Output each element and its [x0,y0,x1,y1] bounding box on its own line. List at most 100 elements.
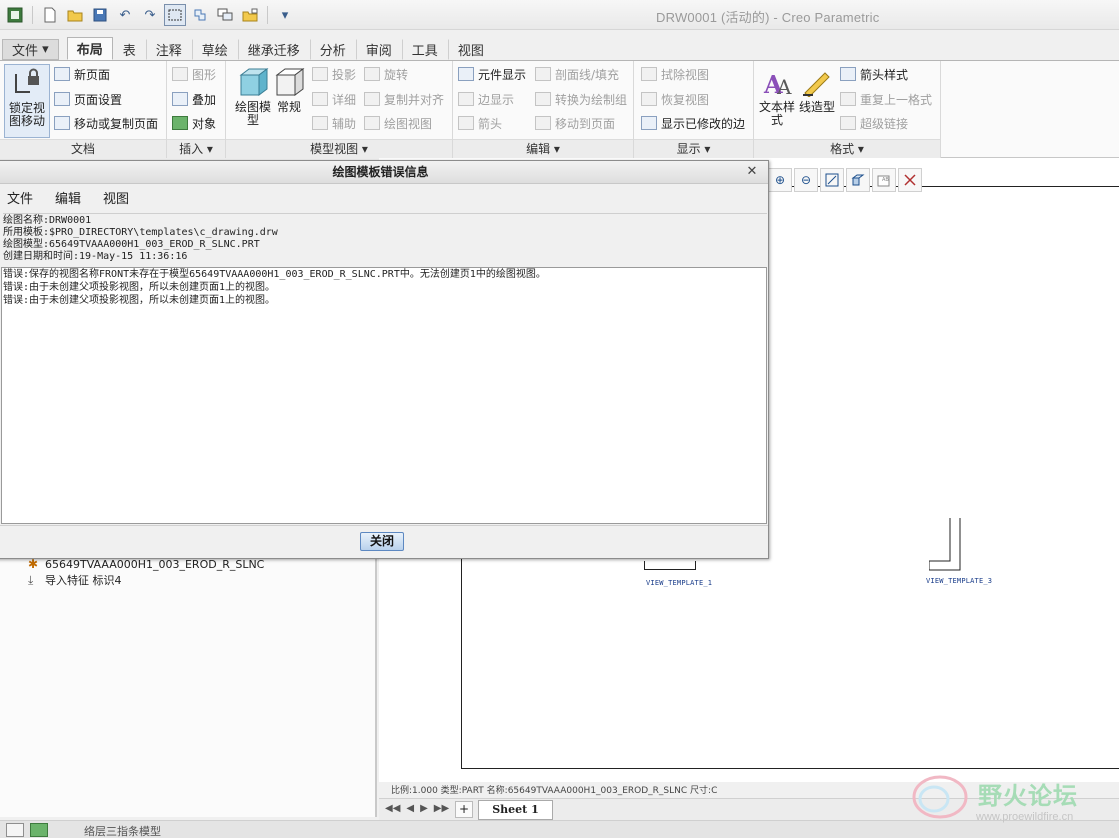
close-icon[interactable]: ✕ [744,164,760,180]
hyperlink-icon [840,116,856,130]
first-sheet-icon[interactable]: ◀◀ [385,803,400,814]
tab-legacy-migration[interactable]: 继承迁移 [237,39,310,60]
move-copy-page-button[interactable]: 移动或复制页面 [54,113,158,133]
watermark-logo [912,775,968,819]
app-icon[interactable] [4,4,26,26]
new-page-button[interactable]: 新页面 [54,64,110,84]
next-sheet-icon[interactable]: ▶ [420,803,428,814]
hyperlink-button[interactable]: 超级链接 [840,113,908,133]
projection-label: 投影 [332,67,357,82]
resume-view-icon [641,92,657,106]
overlay-icon [172,92,188,106]
new-page-label: 新页面 [74,67,111,82]
drawing-view-button[interactable]: 绘图视图 [364,113,432,133]
redo-icon[interactable]: ↷ [139,4,161,26]
resume-view-label: 恢复视图 [661,92,710,107]
tab-review[interactable]: 审阅 [355,39,402,60]
show-modified-edges-label: 显示已修改的边 [661,116,746,131]
graphics-button[interactable]: 图形 [172,64,216,84]
copy-align-button[interactable]: 复制并对齐 [364,89,444,109]
zoom-out-icon[interactable]: ⊖ [794,168,818,192]
save-icon[interactable] [89,4,111,26]
revolve-button[interactable]: 旋转 [364,64,408,84]
menu-edit[interactable]: 编辑 [55,188,81,207]
convert-draft-group-button[interactable]: 转换为绘制组 [535,89,627,109]
drawing-status-line: 比例:1.000 类型:PART 名称:65649TVAAA000H1_003_… [391,786,718,796]
windows-icon[interactable] [214,4,236,26]
regenerate-icon[interactable] [189,4,211,26]
move-to-page-button[interactable]: 移动到页面 [535,113,615,133]
info-model: 绘图模型:65649TVAAA000H1_003_EROD_R_SLNC.PRT [3,239,260,250]
tree-item-label: 导入特征 标识4 [45,574,122,587]
menu-file[interactable]: 文件 [7,188,33,207]
detailed-button[interactable]: 详细 [312,89,356,109]
general-view-label: 常规 [276,100,301,114]
repaint-icon[interactable] [846,168,870,192]
datum-display-icon[interactable] [898,168,922,192]
open-icon[interactable] [64,4,86,26]
add-sheet-button[interactable]: + [455,801,473,818]
window-title: DRW0001 (活动的) - Creo Parametric [656,10,880,25]
tab-table[interactable]: 表 [113,39,146,60]
annotation-display-icon[interactable]: AB [872,168,896,192]
dialog-button-row: 关闭 [0,525,768,558]
component-display-button[interactable]: 元件显示 [458,64,526,84]
refit-icon[interactable] [820,168,844,192]
last-sheet-icon[interactable]: ▶▶ [434,803,449,814]
navigator-toggle-icon[interactable] [6,823,24,837]
close-window-icon[interactable] [239,4,261,26]
page-setup-button[interactable]: 页面设置 [54,89,122,109]
select-box-icon[interactable] [164,4,186,26]
group-label-insert[interactable]: 插入 ▾ [167,139,225,158]
repeat-last-format-button[interactable]: 重复上一格式 [840,89,932,109]
close-button[interactable]: 关闭 [360,532,404,551]
hatching-button[interactable]: 剖面线/填充 [535,64,619,84]
tab-file[interactable]: 文件 ▾ [2,39,59,60]
group-label-model-views[interactable]: 模型视图 ▾ [226,139,452,158]
auxiliary-icon [312,116,328,130]
general-view-button[interactable]: 常规 [266,64,312,114]
tab-tools[interactable]: 工具 [401,39,448,60]
tab-annotate[interactable]: 注释 [145,39,192,60]
group-format: AA 文本样式 线造型 箭头样式 重复上一格式 超级链接 格式 ▾ [754,61,941,158]
arrow-style-button[interactable]: 箭头样式 [840,64,908,84]
erase-view-button[interactable]: 拭除视图 [641,64,709,84]
toolbar-separator [267,6,268,24]
tab-layout[interactable]: 布局 [66,37,113,60]
group-label-text: 模型视图 [310,142,359,156]
tab-analysis[interactable]: 分析 [309,39,356,60]
detailed-icon [312,92,328,106]
group-label-edit[interactable]: 编辑 ▾ [453,139,633,158]
group-label-text: 格式 [830,142,855,156]
tree-item-import-feature[interactable]: ⤓ 导入特征 标识4 [28,572,122,588]
tree-item-model[interactable]: ✱ 65649TVAAA000H1_003_EROD_R_SLNC [28,557,264,571]
resume-view-button[interactable]: 恢复视图 [641,89,709,109]
show-modified-edges-button[interactable]: 显示已修改的边 [641,113,745,133]
view-template-3-shape[interactable] [929,518,961,571]
sheet-tab[interactable]: Sheet 1 [478,800,553,820]
group-label-format[interactable]: 格式 ▾ [754,139,940,158]
line-style-button[interactable]: 线造型 [794,64,840,114]
overlay-button[interactable]: 叠加 [172,89,216,109]
undo-icon[interactable]: ↶ [114,4,136,26]
group-label-display[interactable]: 显示 ▾ [634,139,753,158]
object-button[interactable]: 对象 [172,113,216,133]
prev-sheet-icon[interactable]: ◀ [406,803,414,814]
projection-button[interactable]: 投影 [312,64,356,84]
auxiliary-button[interactable]: 辅助 [312,113,356,133]
new-icon[interactable] [39,4,61,26]
menu-view[interactable]: 视图 [103,188,129,207]
tab-view[interactable]: 视图 [447,39,494,60]
error-list[interactable]: 错误:保存的视图名称FRONT未存在于模型65649TVAAA000H1_003… [1,267,767,524]
customize-icon[interactable]: ▾ [274,4,296,26]
edge-display-button[interactable]: 边显示 [458,89,514,109]
arrow-button[interactable]: 箭头 [458,113,502,133]
text-style-label: 文本样式 [758,100,795,127]
object-icon [172,116,188,130]
lock-view-movement-button[interactable]: 锁定视图移动 [4,64,50,138]
status-bar: 络层三指条模型 [0,820,1119,838]
view-template-1-shape[interactable] [644,561,696,570]
tab-sketch[interactable]: 草绘 [191,39,238,60]
zoom-in-icon[interactable]: ⊕ [768,168,792,192]
browser-toggle-icon[interactable] [30,823,48,837]
